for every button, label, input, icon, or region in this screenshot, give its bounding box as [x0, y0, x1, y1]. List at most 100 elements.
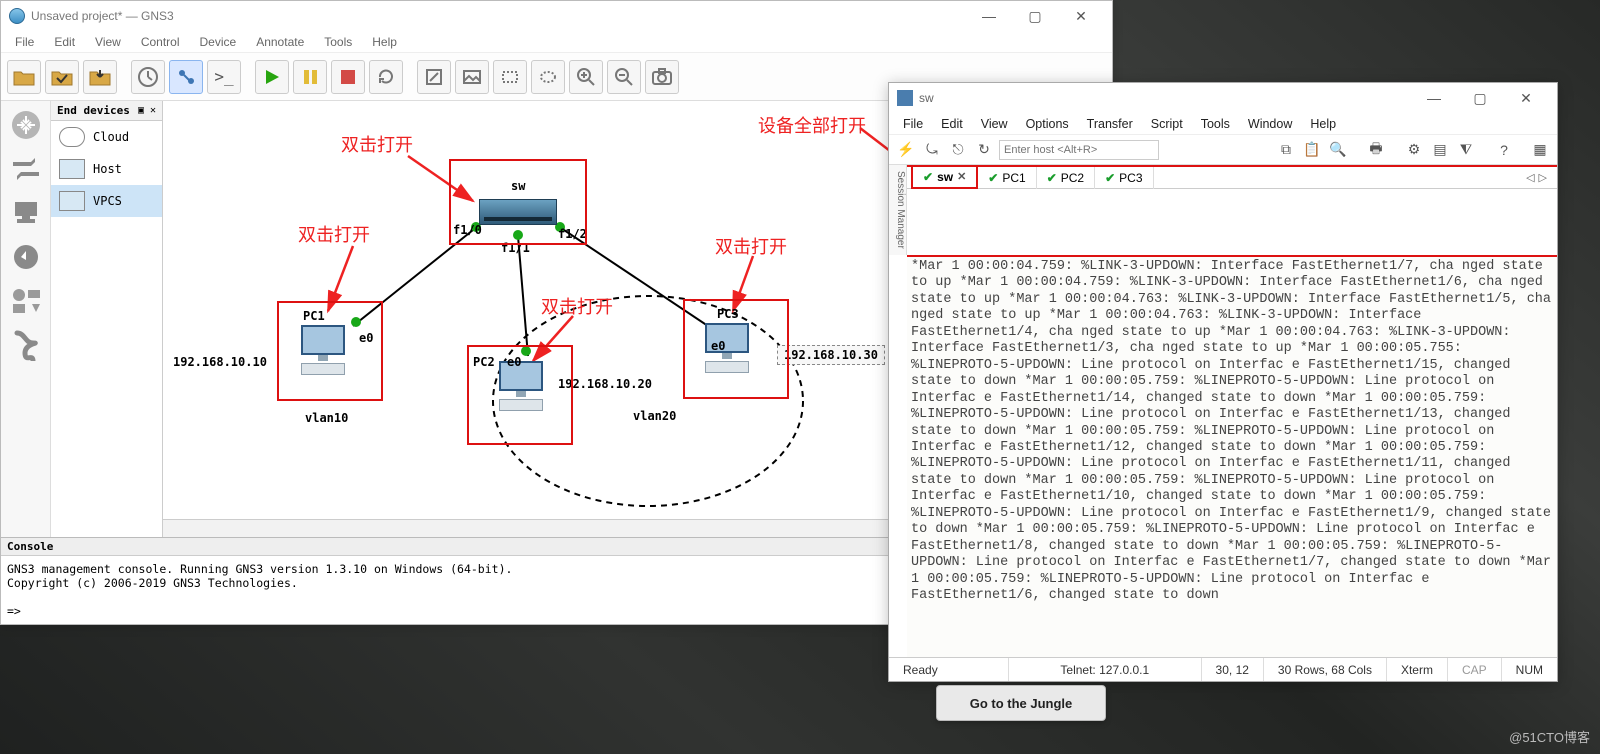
devices-panel: End devices ▣ ✕ Cloud Host VPCS	[51, 101, 163, 537]
stop-all-icon[interactable]	[331, 60, 365, 94]
pc3-vlan: vlan20	[633, 409, 676, 423]
security-icon[interactable]	[6, 237, 46, 277]
pause-all-icon[interactable]	[293, 60, 327, 94]
menu-annotate[interactable]: Annotate	[248, 33, 312, 51]
panel-controls[interactable]: ▣ ✕	[138, 105, 156, 116]
pc2-ip: 192.168.10.20	[558, 377, 652, 391]
note-icon[interactable]	[417, 60, 451, 94]
node-switch[interactable]	[479, 199, 557, 225]
annotation-open-pc1: 双击打开	[298, 221, 370, 247]
menu-options[interactable]: Options	[1018, 115, 1077, 133]
all-devices-icon[interactable]	[6, 281, 46, 321]
menu-file[interactable]: File	[7, 33, 42, 51]
annotation-open-all: 设备全部打开	[758, 112, 866, 138]
session-options-icon[interactable]: ▤	[1429, 139, 1451, 161]
find-icon[interactable]: 🔍	[1327, 139, 1349, 161]
start-all-icon[interactable]	[255, 60, 289, 94]
switches-icon[interactable]	[6, 149, 46, 189]
disconnect-icon[interactable]: ⎋	[947, 139, 969, 161]
screenshot-icon[interactable]	[645, 60, 679, 94]
zoom-out-icon[interactable]	[607, 60, 641, 94]
quick-connect-icon[interactable]: ⚡	[895, 139, 917, 161]
reload-icon[interactable]	[369, 60, 403, 94]
devices-panel-title: End devices	[57, 104, 130, 117]
menu-control[interactable]: Control	[133, 33, 188, 51]
menu-tools[interactable]: Tools	[1193, 115, 1238, 133]
window-minimize-icon[interactable]: —	[966, 1, 1012, 31]
gns3-titlebar[interactable]: Unsaved project* — GNS3 — ▢ ✕	[1, 1, 1112, 31]
pc1-label: PC1	[303, 309, 325, 323]
node-pc3[interactable]	[697, 323, 757, 383]
image-icon[interactable]	[455, 60, 489, 94]
end-devices-icon[interactable]	[6, 193, 46, 233]
terminal-titlebar[interactable]: sw — ▢ ✕	[889, 83, 1557, 113]
settings-icon[interactable]: ⚙	[1403, 139, 1425, 161]
tabs-scroll-left-icon[interactable]: ◁	[1526, 171, 1534, 184]
add-link-icon[interactable]	[6, 325, 46, 365]
window-close-icon[interactable]: ✕	[1058, 1, 1104, 31]
window-close-icon[interactable]: ✕	[1503, 83, 1549, 113]
pc3-ip: 192.168.10.30	[777, 345, 885, 365]
open-project-icon[interactable]	[7, 60, 41, 94]
terminal-app-icon	[897, 90, 913, 106]
terminal-statusbar: Ready Telnet: 127.0.0.1 30, 12 30 Rows, …	[889, 657, 1557, 681]
terminal-output[interactable]: *Mar 1 00:00:04.759: %LINK-3-UPDOWN: Int…	[907, 255, 1557, 657]
menu-help[interactable]: Help	[1302, 115, 1344, 133]
tab-sw[interactable]: ✔ sw ✕	[911, 167, 978, 189]
menu-device[interactable]: Device	[192, 33, 245, 51]
menu-tools[interactable]: Tools	[316, 33, 360, 51]
window-maximize-icon[interactable]: ▢	[1012, 1, 1058, 31]
close-icon[interactable]: ✕	[957, 170, 966, 183]
session-manager-strip[interactable]: Session Manager	[889, 165, 907, 255]
export-icon[interactable]	[83, 60, 117, 94]
console-icon[interactable]: >_	[207, 60, 241, 94]
ellipse-icon[interactable]	[531, 60, 565, 94]
window-maximize-icon[interactable]: ▢	[1457, 83, 1503, 113]
print-icon[interactable]: 🖶	[1365, 139, 1387, 161]
pc1-ip: 192.168.10.10	[173, 355, 267, 369]
paste-icon[interactable]: 📋	[1301, 139, 1323, 161]
node-pc1[interactable]	[293, 325, 353, 385]
check-icon: ✔	[1047, 171, 1057, 185]
filter-icon[interactable]: ⧨	[1455, 139, 1477, 161]
menu-view[interactable]: View	[973, 115, 1016, 133]
routers-icon[interactable]	[6, 105, 46, 145]
device-cloud[interactable]: Cloud	[51, 121, 162, 153]
device-host[interactable]: Host	[51, 153, 162, 185]
reconnect-icon[interactable]: ⤿	[921, 139, 943, 161]
devices-panel-header[interactable]: End devices ▣ ✕	[51, 101, 162, 121]
menu-file[interactable]: File	[895, 115, 931, 133]
tab-pc2[interactable]: ✔ PC2	[1037, 167, 1095, 189]
window-minimize-icon[interactable]: —	[1411, 83, 1457, 113]
show-labels-icon[interactable]	[169, 60, 203, 94]
tabs-scroll-right-icon[interactable]: ▷	[1539, 171, 1547, 184]
copy-icon[interactable]: ⧉	[1275, 139, 1297, 161]
reconnect-all-icon[interactable]: ↻	[973, 139, 995, 161]
host-icon	[59, 159, 85, 179]
snapshot-icon[interactable]	[131, 60, 165, 94]
node-pc2[interactable]	[491, 361, 551, 421]
terminal-toolbar: ⚡ ⤿ ⎋ ↻ ⧉ 📋 🔍 🖶 ⚙ ▤ ⧨ ? ▦	[889, 135, 1557, 165]
save-project-icon[interactable]	[45, 60, 79, 94]
help-icon[interactable]: ?	[1493, 139, 1515, 161]
palette-icon[interactable]: ▦	[1529, 139, 1551, 161]
menu-help[interactable]: Help	[364, 33, 405, 51]
gns3-app-icon	[9, 8, 25, 24]
tab-pc1[interactable]: ✔ PC1	[978, 167, 1036, 189]
zoom-in-icon[interactable]	[569, 60, 603, 94]
device-vpcs[interactable]: VPCS	[51, 185, 162, 217]
menu-window[interactable]: Window	[1240, 115, 1300, 133]
device-label: Cloud	[93, 130, 129, 144]
menu-view[interactable]: View	[87, 33, 129, 51]
menu-edit[interactable]: Edit	[933, 115, 971, 133]
tab-pc3[interactable]: ✔ PC3	[1095, 167, 1153, 189]
host-input[interactable]	[999, 140, 1159, 160]
menu-transfer[interactable]: Transfer	[1079, 115, 1141, 133]
tab-label: PC3	[1119, 171, 1142, 185]
terminal-menubar: File Edit View Options Transfer Script T…	[889, 113, 1557, 135]
check-icon: ✔	[1105, 171, 1115, 185]
menu-script[interactable]: Script	[1143, 115, 1191, 133]
go-to-jungle-button[interactable]: Go to the Jungle	[936, 685, 1106, 721]
rectangle-icon[interactable]	[493, 60, 527, 94]
menu-edit[interactable]: Edit	[46, 33, 83, 51]
